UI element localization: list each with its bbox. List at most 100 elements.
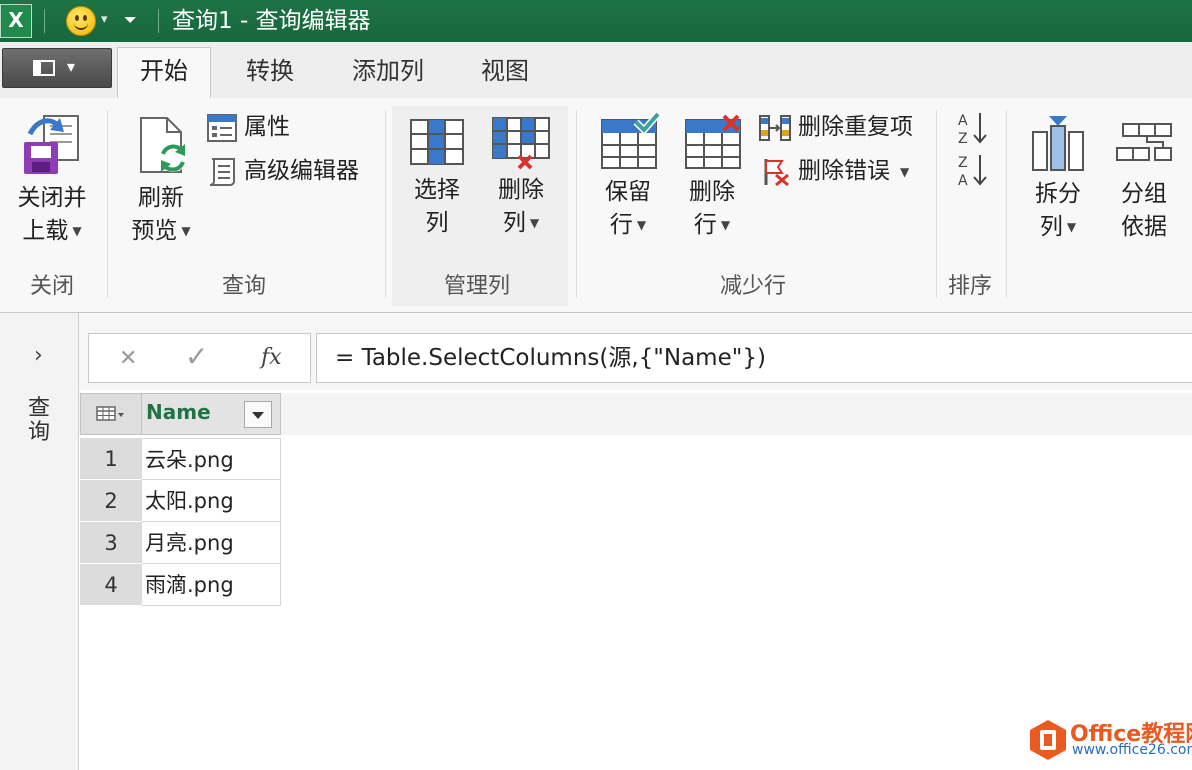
watermark-url: www.office26.com	[1072, 742, 1192, 758]
advanced-editor-button[interactable]: 高级编辑器	[206, 154, 359, 188]
refresh-preview-button[interactable]: 刷新 预览 ▼	[118, 114, 204, 248]
keep-rows-label-1: 保留	[605, 179, 651, 205]
refresh-label-1: 刷新	[138, 185, 184, 211]
table-cell[interactable]: 月亮.png	[142, 522, 281, 564]
fx-icon[interactable]: fx	[261, 343, 282, 373]
svg-text:A: A	[958, 173, 968, 188]
properties-button[interactable]: 属性	[206, 110, 290, 144]
title-bar: X ▾ ⏷ 查询1 - 查询编辑器	[0, 0, 1192, 43]
remove-rows-button[interactable]: 删除 行 ▼	[674, 112, 750, 242]
formula-buttons: ✕ ✓ fx	[88, 333, 311, 383]
remove-columns-icon	[492, 117, 550, 170]
chevron-down-icon	[252, 412, 264, 419]
close-and-load-line2: 上载 ▼	[10, 215, 94, 248]
row-number[interactable]: 2	[80, 480, 142, 522]
row-number[interactable]: 3	[80, 522, 142, 564]
table-cell[interactable]: 太阳.png	[142, 480, 281, 522]
quick-access-customize-icon[interactable]: ⏷	[124, 10, 137, 30]
file-menu-button[interactable]: ▾	[2, 48, 112, 88]
remove-columns-button[interactable]: 删除 列 ▼	[484, 114, 558, 240]
row-number[interactable]: 4	[80, 564, 142, 606]
chevron-down-icon: ▼	[72, 224, 82, 238]
group-label-sort: 排序	[948, 274, 993, 299]
split-column-label-2: 列	[1039, 214, 1063, 240]
close-and-load-button[interactable]: 关闭并 上载 ▼	[10, 112, 94, 248]
remove-columns-label-2: 列	[502, 210, 526, 236]
keep-rows-button[interactable]: 保留 行 ▼	[590, 111, 666, 242]
title-separator-2	[158, 9, 159, 33]
keep-rows-icon	[601, 111, 661, 169]
smiley-feedback-icon[interactable]	[66, 6, 96, 36]
svg-text:A: A	[958, 113, 968, 129]
tab-transform[interactable]: 转换	[246, 56, 294, 86]
svg-text:Z: Z	[958, 131, 968, 146]
split-column-line2: 列 ▼	[1022, 211, 1094, 244]
expand-navigator-chevron-icon[interactable]: ›	[34, 343, 43, 368]
column-name: Name	[146, 400, 211, 424]
chevron-down-icon: ▼	[181, 224, 191, 238]
group-divider	[107, 110, 108, 298]
remove-errors-label: 删除错误	[798, 158, 890, 184]
properties-icon	[207, 113, 237, 142]
tab-view[interactable]: 视图	[481, 56, 529, 86]
table-icon	[96, 406, 124, 421]
feedback-dropdown-icon[interactable]: ▾	[101, 12, 108, 27]
close-and-load-icon	[24, 115, 79, 174]
ribbon: 关闭并 上载 ▼ 关闭 刷新 预览 ▼ 属性 高级编辑器 查询 选择 列 删除 …	[0, 98, 1192, 313]
choose-columns-label-2: 列	[425, 210, 449, 236]
remove-errors-icon	[764, 158, 789, 186]
group-divider	[385, 110, 386, 298]
remove-errors-button[interactable]: 删除错误 ▼	[762, 154, 909, 188]
sort-ascending-icon: A Z	[958, 113, 987, 147]
group-by-label-1: 分组	[1121, 181, 1167, 207]
column-header-name[interactable]: Name	[142, 393, 281, 435]
remove-rows-icon	[685, 114, 741, 169]
group-divider	[936, 110, 937, 298]
chevron-down-icon: ▼	[1066, 220, 1077, 234]
row-number[interactable]: 1	[80, 438, 142, 480]
chevron-down-icon: ▼	[900, 164, 910, 179]
group-divider	[1006, 110, 1007, 298]
remove-rows-line2: 行 ▼	[674, 209, 750, 242]
table-cell[interactable]: 雨滴.png	[142, 564, 281, 606]
excel-logo-letter: X	[8, 8, 24, 32]
remove-rows-label-2: 行	[693, 212, 717, 238]
sort-ascending-button[interactable]: A Z	[956, 110, 990, 150]
remove-rows-label-1: 删除	[689, 179, 735, 205]
remove-duplicates-button[interactable]: 删除重复项	[758, 110, 913, 144]
cancel-formula-icon[interactable]: ✕	[119, 344, 137, 374]
refresh-label-2: 预览	[131, 218, 178, 244]
advanced-editor-icon	[209, 157, 235, 186]
window-title: 查询1 - 查询编辑器	[172, 8, 371, 34]
group-label-reduce-rows: 减少行	[720, 274, 787, 299]
chevron-down-icon: ▼	[720, 218, 731, 232]
close-and-load-label-1: 关闭并	[17, 185, 87, 211]
table-menu-button[interactable]	[80, 393, 142, 435]
refresh-icon	[140, 117, 187, 173]
keep-rows-line2: 行 ▼	[590, 209, 666, 242]
confirm-formula-icon[interactable]: ✓	[185, 342, 208, 372]
group-by-label-2: 依据	[1121, 214, 1167, 240]
group-divider	[576, 110, 577, 298]
remove-duplicates-label: 删除重复项	[798, 114, 913, 140]
tab-add-column[interactable]: 添加列	[352, 56, 424, 86]
group-label-close: 关闭	[30, 274, 75, 299]
split-column-icon	[1032, 116, 1084, 171]
sort-descending-button[interactable]: Z A	[956, 152, 990, 192]
properties-label: 属性	[244, 114, 290, 140]
choose-columns-label-1: 选择	[414, 177, 460, 203]
group-label-query: 查询	[222, 274, 267, 299]
choose-columns-button[interactable]: 选择 列	[400, 114, 474, 240]
group-by-button[interactable]: 分组 依据	[1106, 112, 1182, 244]
choose-columns-icon	[410, 119, 464, 165]
remove-columns-line2: 列 ▼	[484, 207, 558, 240]
column-filter-dropdown[interactable]	[244, 401, 272, 428]
keep-rows-label-2: 行	[609, 212, 633, 238]
split-column-label-1: 拆分	[1035, 181, 1081, 207]
table-cell[interactable]: 云朵.png	[142, 438, 281, 480]
formula-input[interactable]: = Table.SelectColumns(源,{"Name"})	[316, 333, 1192, 383]
group-by-icon	[1116, 123, 1172, 161]
split-column-button[interactable]: 拆分 列 ▼	[1022, 112, 1094, 244]
queries-pane-label[interactable]: 查询	[28, 397, 52, 445]
tab-home[interactable]: 开始	[117, 47, 211, 99]
